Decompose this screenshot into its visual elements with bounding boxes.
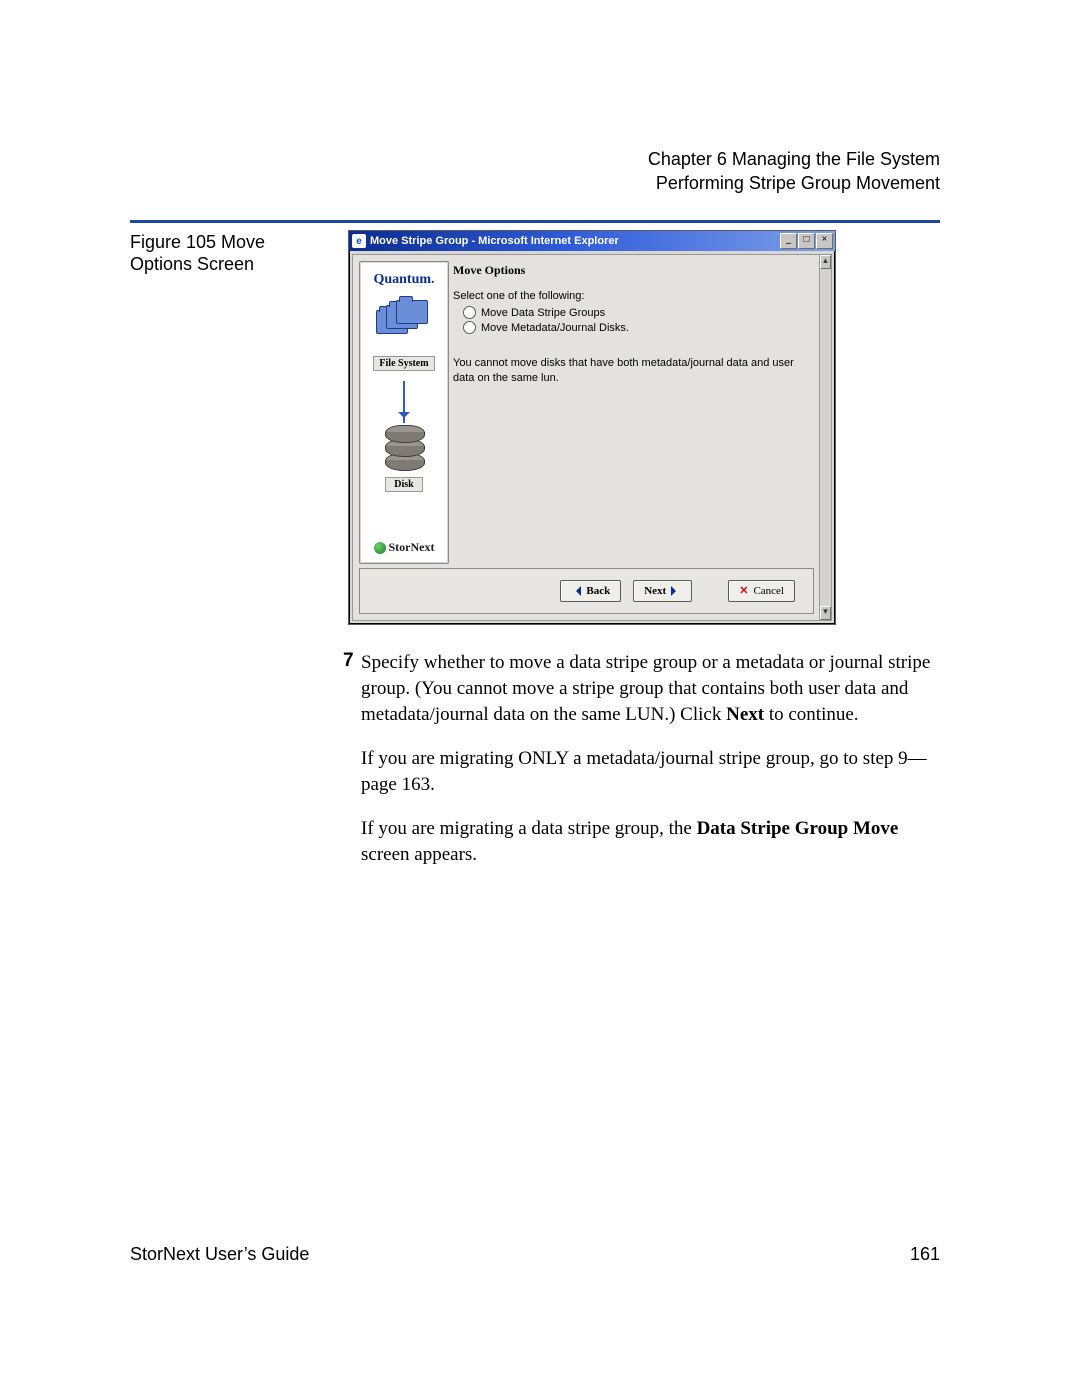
wizard-heading: Move Options xyxy=(453,263,812,278)
step-paragraph-1: Specify whether to move a data stripe gr… xyxy=(361,650,941,728)
scroll-up-button[interactable]: ▲ xyxy=(820,255,831,269)
window-titlebar[interactable]: e Move Stripe Group - Microsoft Internet… xyxy=(349,231,835,251)
radio-icon[interactable] xyxy=(463,306,476,319)
chapter-title: Chapter 6 Managing the File System xyxy=(648,147,940,171)
step-paragraph-3: If you are migrating a data stripe group… xyxy=(361,816,941,868)
wizard-button-bar: Back Next ✕ Cancel xyxy=(359,568,814,614)
maximize-button[interactable]: □ xyxy=(798,233,815,249)
window-client-area: Quantum. File System Disk StorNext Move … xyxy=(352,254,821,621)
minimize-button[interactable]: _ xyxy=(780,233,797,249)
option-label: Move Metadata/Journal Disks. xyxy=(481,322,629,334)
quantum-logo: Quantum. xyxy=(373,272,434,288)
wizard-sidebar: Quantum. File System Disk StorNext xyxy=(359,261,449,564)
stornext-globe-icon xyxy=(374,542,386,554)
figure-caption: Figure 105 Move Options Screen xyxy=(130,231,330,275)
header-rule xyxy=(130,220,940,223)
window-title: Move Stripe Group - Microsoft Internet E… xyxy=(370,235,619,247)
next-button[interactable]: Next xyxy=(633,580,692,602)
cancel-label: Cancel xyxy=(753,581,784,601)
ie-icon: e xyxy=(352,234,366,248)
option-label: Move Data Stripe Groups xyxy=(481,307,605,319)
wizard-lead: Select one of the following: xyxy=(453,290,812,302)
footer-page-number: 161 xyxy=(910,1244,940,1265)
footer-document-title: StorNext User’s Guide xyxy=(130,1244,309,1265)
step-paragraph-2: If you are migrating ONLY a metadata/jou… xyxy=(361,746,941,798)
body-text: Specify whether to move a data stripe gr… xyxy=(339,650,941,868)
triangle-left-icon xyxy=(571,586,581,596)
back-button[interactable]: Back xyxy=(560,580,621,602)
radio-icon[interactable] xyxy=(463,321,476,334)
scrollbar[interactable]: ▲ ▼ xyxy=(819,254,832,621)
cancel-button[interactable]: ✕ Cancel xyxy=(728,580,795,602)
wizard-main: Move Options Select one of the following… xyxy=(453,263,812,386)
running-header: Chapter 6 Managing the File System Perfo… xyxy=(648,147,940,195)
wizard-note: You cannot move disks that have both met… xyxy=(453,356,812,386)
stornext-label: StorNext xyxy=(389,540,435,555)
next-label: Next xyxy=(644,581,666,601)
section-title: Performing Stripe Group Movement xyxy=(648,171,940,195)
screenshot-window: e Move Stripe Group - Microsoft Internet… xyxy=(348,230,836,625)
disk-label: Disk xyxy=(385,477,422,492)
x-icon: ✕ xyxy=(739,581,748,601)
close-button[interactable]: × xyxy=(816,233,833,249)
file-system-label: File System xyxy=(373,356,434,371)
file-system-icon xyxy=(376,300,432,350)
back-label: Back xyxy=(586,581,610,601)
option-move-metadata[interactable]: Move Metadata/Journal Disks. xyxy=(463,321,812,334)
triangle-right-icon xyxy=(671,586,681,596)
arrow-down-icon xyxy=(403,381,405,423)
option-move-data-stripe[interactable]: Move Data Stripe Groups xyxy=(463,306,812,319)
scroll-down-button[interactable]: ▼ xyxy=(820,606,831,620)
disk-icon xyxy=(380,425,428,471)
stornext-brand: StorNext xyxy=(374,540,435,555)
